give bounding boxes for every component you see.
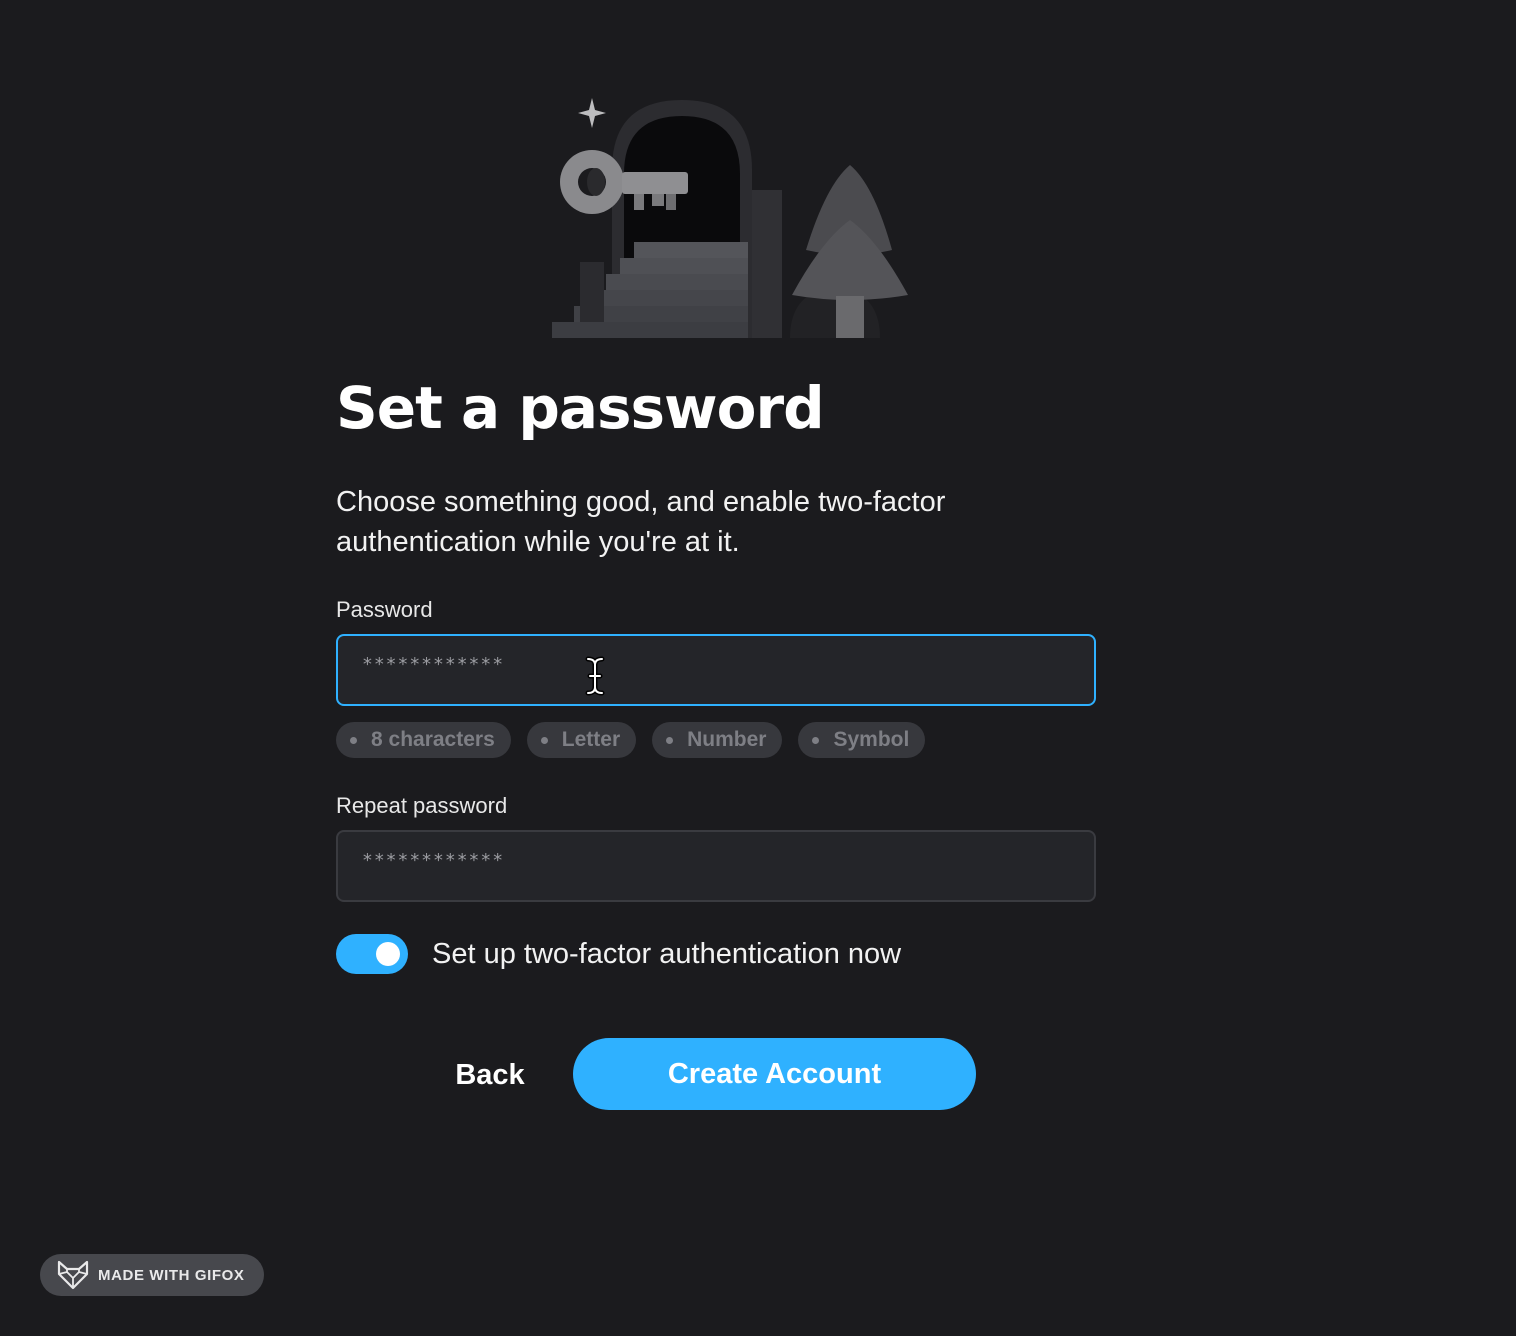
door-key-illustration <box>552 98 908 338</box>
requirement-chip-length: 8 characters <box>336 722 511 758</box>
bullet-icon <box>812 736 820 744</box>
toggle-knob <box>376 942 400 966</box>
repeat-password-field[interactable]: ************ <box>336 830 1096 902</box>
requirement-chip-letter: Letter <box>526 722 637 758</box>
password-label: Password <box>336 597 433 622</box>
requirement-chip-symbol: Symbol <box>798 722 926 758</box>
tree-icon <box>790 165 908 338</box>
signup-password-page: Set a password Choose something good, an… <box>0 0 1516 1336</box>
bullet-icon <box>350 736 357 744</box>
repeat-password-label: Repeat password <box>336 793 508 818</box>
requirement-label: Symbol <box>833 728 910 751</box>
two-factor-row: Set up two-factor authentication now <box>336 934 901 974</box>
password-field[interactable]: ************ <box>336 634 1096 706</box>
repeat-password-value: ************ <box>362 849 505 871</box>
password-requirements: 8 characters Letter Number Symbol <box>336 722 926 758</box>
bullet-icon <box>666 736 674 744</box>
requirement-label: Number <box>687 728 767 751</box>
sparkle-icon <box>578 98 606 128</box>
bullet-icon <box>540 736 548 744</box>
create-account-button[interactable]: Create Account <box>573 1038 976 1110</box>
stairs-icon <box>552 242 748 338</box>
badge-text: MADE WITH GIFOX <box>98 1266 245 1284</box>
made-with-gifox-badge[interactable]: MADE WITH GIFOX <box>40 1254 264 1296</box>
password-value: ************ <box>362 653 505 675</box>
fox-icon <box>57 1260 89 1290</box>
two-factor-toggle[interactable] <box>336 934 408 974</box>
page-subtitle: Choose something good, and enable two-fa… <box>336 486 946 558</box>
back-button[interactable]: Back <box>440 1040 540 1110</box>
text-cursor-icon <box>585 656 605 696</box>
page-title: Set a password <box>336 374 825 442</box>
two-factor-label: Set up two-factor authentication now <box>432 937 902 970</box>
requirement-label: Letter <box>561 728 621 751</box>
requirement-label: 8 characters <box>371 728 495 751</box>
requirement-chip-number: Number <box>652 722 783 758</box>
